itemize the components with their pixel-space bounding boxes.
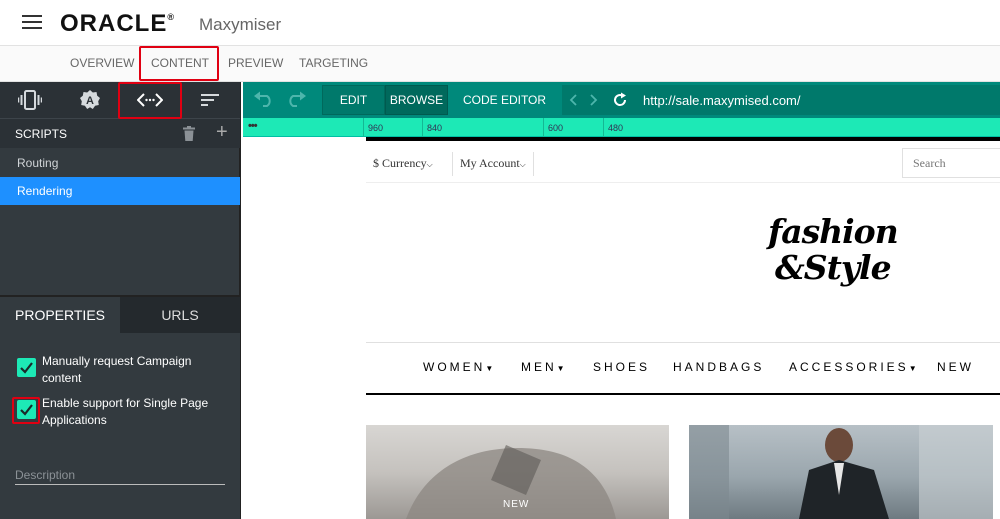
tab-properties[interactable]: PROPERTIES bbox=[0, 297, 120, 333]
script-item-routing[interactable]: Routing bbox=[0, 149, 240, 177]
site-utility-bar: $ Currency⌵ My Account⌵ bbox=[366, 141, 1000, 183]
brand-logo[interactable]: fashion &Style bbox=[763, 212, 923, 312]
brand-line-1: fashion bbox=[768, 212, 899, 251]
tab-order[interactable] bbox=[180, 82, 240, 118]
spa-support-checkbox[interactable] bbox=[17, 400, 36, 419]
tab-overview[interactable]: OVERVIEW bbox=[70, 56, 134, 70]
tab-actions[interactable]: A bbox=[60, 82, 120, 118]
vibrate-icon bbox=[18, 90, 42, 110]
checkmark-icon bbox=[20, 362, 33, 374]
ruler-mark[interactable]: 480 bbox=[603, 118, 623, 137]
tab-scripts[interactable] bbox=[120, 82, 180, 118]
hamburger-menu-icon[interactable] bbox=[22, 15, 42, 31]
promo-tile-new[interactable]: NEW bbox=[366, 425, 669, 519]
chevron-down-icon: ⌵ bbox=[426, 160, 433, 169]
tab-targeting[interactable]: TARGETING bbox=[299, 56, 368, 70]
manual-request-checkbox[interactable] bbox=[17, 358, 36, 377]
menu-item-label: NEW bbox=[937, 360, 974, 374]
scripts-title: SCRIPTS bbox=[15, 127, 68, 141]
promo-tile-men[interactable] bbox=[689, 425, 993, 519]
logo-text: ORACLE bbox=[60, 10, 168, 37]
main-nav: OVERVIEW CONTENT PREVIEW TARGETING bbox=[0, 46, 1000, 82]
menu-item-accessories[interactable]: ACCESSORIES▼ bbox=[789, 360, 917, 374]
sort-icon bbox=[201, 94, 219, 106]
caret-down-icon: ▼ bbox=[908, 364, 917, 373]
undo-icon[interactable] bbox=[253, 91, 275, 107]
menu-item-women[interactable]: WOMEN▼ bbox=[423, 360, 493, 374]
editor-toolbar: EDIT BROWSE CODE EDITOR http://sale.maxy… bbox=[243, 82, 1000, 118]
chevron-left-icon[interactable] bbox=[568, 92, 580, 108]
scripts-header: SCRIPTS + bbox=[0, 118, 240, 148]
tab-content[interactable]: CONTENT bbox=[151, 56, 209, 70]
menu-item-label: MEN bbox=[521, 360, 557, 374]
product-name: Maxymiser bbox=[199, 15, 282, 34]
menu-item-handbags[interactable]: HANDBAGS bbox=[673, 360, 764, 374]
logo-registered-mark: ® bbox=[167, 12, 175, 22]
chevron-right-icon[interactable] bbox=[587, 92, 599, 108]
tile-label: NEW bbox=[503, 499, 530, 510]
menu-item-label: WOMEN bbox=[423, 360, 486, 374]
app-header: ORACLE® Maxymiser bbox=[0, 0, 1000, 46]
refresh-icon[interactable] bbox=[612, 92, 628, 108]
menu-item-men[interactable]: MEN▼ bbox=[521, 360, 565, 374]
properties-section: PROPERTIES URLS Manually request Campaig… bbox=[0, 295, 240, 519]
ruler-menu-icon[interactable]: ••• bbox=[248, 120, 258, 132]
breakpoint-ruler: ••• 960 840 600 480 bbox=[243, 118, 1000, 137]
redo-icon[interactable] bbox=[285, 91, 307, 107]
account-label: My Account bbox=[460, 156, 520, 170]
code-editor-button[interactable]: CODE EDITOR bbox=[456, 85, 553, 115]
panel-icon-bar: A bbox=[0, 82, 240, 118]
code-icon bbox=[137, 93, 163, 107]
caret-down-icon: ▼ bbox=[556, 364, 565, 373]
tab-preview[interactable]: PREVIEW bbox=[228, 56, 283, 70]
url-bar[interactable]: http://sale.maxymised.com/ bbox=[634, 85, 1000, 115]
currency-dropdown[interactable]: $ Currency⌵ bbox=[373, 156, 433, 171]
ruler-mark[interactable]: 600 bbox=[543, 118, 563, 137]
add-script-icon[interactable]: + bbox=[216, 122, 228, 142]
trash-icon[interactable] bbox=[183, 126, 195, 141]
manual-request-label: Manually request Campaign content bbox=[42, 354, 192, 385]
menu-item-label: HANDBAGS bbox=[673, 360, 765, 374]
script-item-rendering[interactable]: Rendering bbox=[0, 177, 240, 205]
site-preview: $ Currency⌵ My Account⌵ fashion &Style W… bbox=[243, 137, 1000, 519]
menu-item-label: ACCESSORIES bbox=[789, 360, 909, 374]
ruler-mark[interactable]: 960 bbox=[363, 118, 383, 137]
spa-support-label: Enable support for Single Page Applicati… bbox=[42, 396, 209, 427]
browse-button[interactable]: BROWSE bbox=[385, 85, 448, 115]
browser-nav-group bbox=[562, 85, 634, 115]
menu-item-new[interactable]: NEW bbox=[937, 360, 974, 374]
site-main-menu: WOMEN▼ MEN▼ SHOES HANDBAGS ACCESSORIES▼ … bbox=[366, 342, 1000, 395]
account-dropdown[interactable]: My Account⌵ bbox=[452, 152, 534, 176]
oracle-logo: ORACLE® bbox=[60, 10, 175, 38]
description-input[interactable] bbox=[15, 465, 225, 485]
tab-devices[interactable] bbox=[0, 82, 60, 118]
currency-label: $ Currency bbox=[373, 156, 427, 170]
tab-urls[interactable]: URLS bbox=[120, 297, 240, 333]
menu-item-shoes[interactable]: SHOES bbox=[593, 360, 650, 374]
brand-line-2: &Style bbox=[775, 248, 892, 287]
menu-item-label: SHOES bbox=[593, 360, 651, 374]
edit-button[interactable]: EDIT bbox=[322, 85, 385, 115]
left-panel: A SCRIPTS + Routing Rendering PROPERTIES… bbox=[0, 82, 241, 519]
ruler-mark[interactable]: 840 bbox=[422, 118, 442, 137]
tile-photo bbox=[689, 425, 993, 519]
chevron-down-icon: ⌵ bbox=[519, 160, 526, 169]
site-search-input[interactable] bbox=[902, 148, 1000, 178]
checkmark-icon bbox=[20, 404, 33, 416]
badge-a-icon: A bbox=[80, 90, 100, 109]
svg-text:A: A bbox=[86, 95, 94, 107]
caret-down-icon: ▼ bbox=[485, 364, 494, 373]
